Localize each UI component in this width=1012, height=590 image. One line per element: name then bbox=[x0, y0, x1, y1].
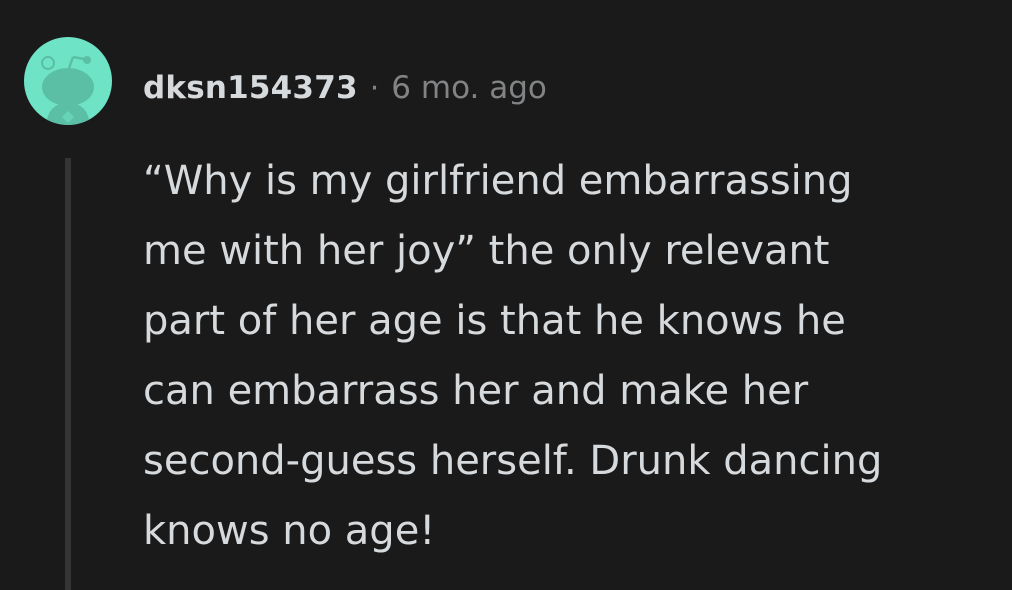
comment-body-line: can embarrass her and make her bbox=[143, 368, 809, 414]
comment: dksn154373 · 6 mo. ago “Why is my girlfr… bbox=[0, 0, 1012, 590]
comment-header: dksn154373 · 6 mo. ago bbox=[143, 66, 547, 110]
reddit-snoo-avatar-icon bbox=[41, 55, 94, 125]
comment-body: “Why is my girlfriend embarrassing me wi… bbox=[143, 146, 1003, 566]
comment-body-line: part of her age is that he knows he bbox=[143, 298, 846, 344]
username-link[interactable]: dksn154373 bbox=[143, 70, 358, 106]
comment-body-line: second-guess herself. Drunk dancing bbox=[143, 438, 883, 484]
comment-body-line: me with her joy” the only relevant bbox=[143, 228, 830, 274]
comment-body-line: “Why is my girlfriend embarrassing bbox=[143, 158, 853, 204]
meta-separator: · bbox=[369, 70, 380, 106]
thread-collapse-line[interactable] bbox=[65, 158, 71, 590]
comment-body-line: knows no age! bbox=[143, 508, 436, 554]
user-avatar[interactable] bbox=[24, 37, 112, 125]
comment-timestamp[interactable]: 6 mo. ago bbox=[391, 70, 547, 106]
